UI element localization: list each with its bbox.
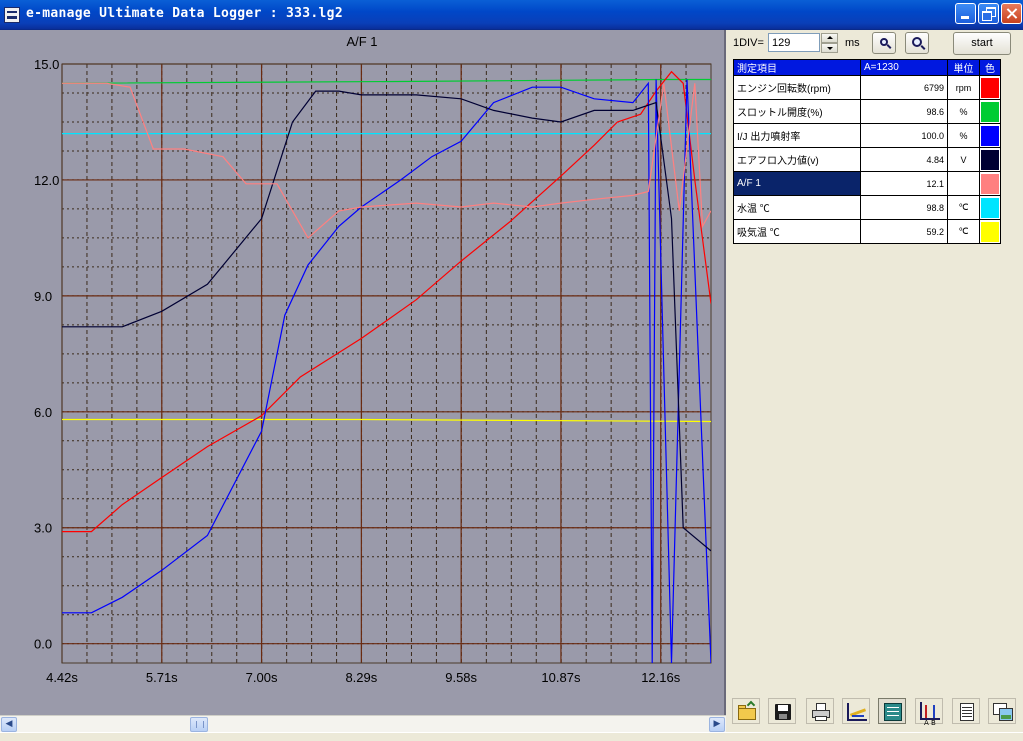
picture-icon[interactable] <box>988 698 1016 724</box>
measure-value: 12.1 <box>860 171 948 196</box>
status-bar <box>0 732 1023 741</box>
measurement-panel: 1DIV= ms start 測定項目 A=1230 単位 色 エンジン回転数(… <box>728 30 1023 732</box>
measure-unit: ℃ <box>947 195 980 220</box>
table-header: 測定項目 A=1230 単位 色 <box>733 59 1001 76</box>
horizontal-scrollbar[interactable]: ◀ ▶ <box>0 715 726 732</box>
measurement-table: 測定項目 A=1230 単位 色 エンジン回転数(rpm) 6799 rpm スロット… <box>733 59 1001 244</box>
header-item: 測定項目 <box>733 59 861 76</box>
table-row[interactable]: 水温 ℃ 98.8 ℃ <box>733 195 1001 220</box>
spin-down-button[interactable] <box>821 43 838 53</box>
open-folder-icon[interactable] <box>732 698 760 724</box>
header-cursor-a: A=1230 <box>860 59 948 76</box>
measure-name: A/F 1 <box>733 171 861 196</box>
measure-name: 吸気温 ℃ <box>733 219 861 244</box>
x-tick-label: 4.42s <box>46 670 78 685</box>
color-swatch[interactable] <box>979 99 1001 124</box>
y-tick-label: 0.0 <box>34 637 52 652</box>
minimize-button[interactable] <box>955 3 976 24</box>
graph-edit-icon[interactable] <box>842 698 870 724</box>
div-input[interactable] <box>768 33 820 52</box>
y-tick-label: 15.0 <box>34 57 59 72</box>
scroll-left-button[interactable]: ◀ <box>1 717 17 732</box>
document-icon[interactable] <box>952 698 980 724</box>
measure-unit: % <box>947 123 980 148</box>
measure-name: スロットル開度(%) <box>733 99 861 124</box>
y-tick-label: 9.0 <box>34 289 52 304</box>
measure-value: 4.84 <box>860 147 948 172</box>
plot-background <box>62 64 711 663</box>
x-tick-label: 10.87s <box>541 670 581 685</box>
div-label: 1DIV= <box>733 37 764 49</box>
x-tick-label: 12.16s <box>641 670 681 685</box>
unit-label: ms <box>845 37 860 49</box>
y-tick-label: 3.0 <box>34 521 52 536</box>
restore-button[interactable] <box>978 3 999 24</box>
chart-panel[interactable]: A/F 1 15.0 12.0 9.0 6.0 3.0 0.0 4.42s 5.71s 7.00s… <box>0 30 726 715</box>
measure-value: 98.6 <box>860 99 948 124</box>
color-swatch[interactable] <box>979 219 1001 244</box>
zoom-out-button[interactable] <box>905 32 929 54</box>
measure-unit: ℃ <box>947 219 980 244</box>
window-title: e-manage Ultimate Data Logger : 333.lg2 <box>26 6 343 21</box>
x-tick-label: 8.29s <box>345 670 377 685</box>
chart-title: A/F 1 <box>346 34 377 49</box>
color-swatch[interactable] <box>979 123 1001 148</box>
measure-value: 100.0 <box>860 123 948 148</box>
y-tick-label: 12.0 <box>34 173 59 188</box>
measure-unit <box>947 171 980 196</box>
close-button[interactable] <box>1001 3 1022 24</box>
save-icon[interactable] <box>768 698 796 724</box>
table-row[interactable]: I/J 出力噴射率 100.0% <box>733 123 1001 148</box>
x-tick-label: 5.71s <box>146 670 178 685</box>
measure-name: 水温 ℃ <box>733 195 861 220</box>
measure-unit: rpm <box>947 75 980 100</box>
table-row[interactable]: エアフロ入力値(v) 4.84 V <box>733 147 1001 172</box>
measure-value: 59.2 <box>860 219 948 244</box>
measure-name: I/J 出力噴射率 <box>733 123 861 148</box>
table-row[interactable]: A/F 1 12.1 <box>733 171 1001 196</box>
color-swatch[interactable] <box>979 195 1001 220</box>
title-bar: e-manage Ultimate Data Logger : 333.lg2 <box>0 0 1023 30</box>
start-button[interactable]: start <box>953 32 1011 55</box>
table-row[interactable]: エンジン回転数(rpm) 6799 rpm <box>733 75 1001 100</box>
measure-name: エンジン回転数(rpm) <box>733 75 861 100</box>
zoom-in-button[interactable] <box>872 32 896 54</box>
app-icon[interactable] <box>4 7 20 23</box>
color-swatch[interactable] <box>979 171 1001 196</box>
y-tick-label: 6.0 <box>34 405 52 420</box>
af-chart[interactable]: A/F 1 15.0 12.0 9.0 6.0 3.0 0.0 4.42s 5.71s 7.00s… <box>0 30 726 715</box>
measure-value: 98.8 <box>860 195 948 220</box>
table-row[interactable]: スロットル開度(%) 98.6% <box>733 99 1001 124</box>
scroll-thumb[interactable] <box>190 717 208 732</box>
spin-up-button[interactable] <box>821 33 838 43</box>
scroll-right-button[interactable]: ▶ <box>709 717 725 732</box>
measure-value: 6799 <box>860 75 948 100</box>
measure-unit: V <box>947 147 980 172</box>
measure-name: エアフロ入力値(v) <box>733 147 861 172</box>
ab-cursor-icon[interactable]: A B <box>915 698 943 727</box>
color-swatch[interactable] <box>979 75 1001 100</box>
header-color: 色 <box>979 59 1001 76</box>
color-swatch[interactable] <box>979 147 1001 172</box>
header-unit: 単位 <box>947 59 980 76</box>
measure-unit: % <box>947 99 980 124</box>
x-tick-label: 7.00s <box>246 670 278 685</box>
list-view-icon[interactable] <box>878 698 906 724</box>
print-icon[interactable] <box>806 698 834 724</box>
table-row[interactable]: 吸気温 ℃ 59.2 ℃ <box>733 219 1001 244</box>
x-tick-label: 9.58s <box>445 670 477 685</box>
